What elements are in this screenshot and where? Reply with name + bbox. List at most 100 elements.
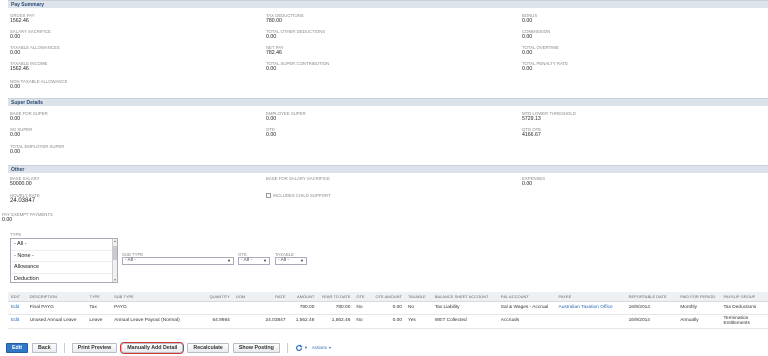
cell-reportable-date: 16/9/2014 xyxy=(625,314,678,329)
cell-description: Final PAYG xyxy=(26,301,87,315)
cell-ytd: 780.00 xyxy=(317,301,354,315)
recalculate-button[interactable]: Recalculate xyxy=(187,342,229,353)
pay-exempt-payments-value: 0.00 xyxy=(2,217,13,223)
qtd-ote-value: 4166.67 xyxy=(522,132,541,138)
scroll-down-icon[interactable]: ▼ xyxy=(113,278,117,282)
column-header[interactable]: OTE AMOUNT xyxy=(369,292,405,302)
cell-uom xyxy=(232,301,254,315)
total-super-contribution-field: TOTAL SUPER CONTRIBUTION 0.00 xyxy=(266,61,329,72)
column-header[interactable]: REPORTABLE DATE xyxy=(625,292,678,302)
column-header[interactable]: YEAR TO DATE xyxy=(317,292,354,302)
chevron-down-icon: ▼ xyxy=(328,346,332,350)
type-option[interactable]: - All - xyxy=(11,239,117,251)
payee-link[interactable]: Australian Taxation Office xyxy=(559,305,613,310)
column-header[interactable]: OTE xyxy=(353,292,370,302)
cell-sub-type: Annual Leave Payout (Normal) xyxy=(111,314,194,329)
column-header[interactable]: EDIT xyxy=(8,292,27,302)
show-posting-button[interactable]: Show Posting xyxy=(232,342,280,353)
cell-payee[interactable]: Australian Taxation Office xyxy=(555,301,626,315)
cell-taxable: No xyxy=(404,301,432,315)
gross-pay-field: GROSS PAY 1562.46 xyxy=(10,13,35,24)
total-overtime-field: TOTAL OVERTIME 0.00 xyxy=(522,45,559,56)
actions-menu[interactable]: Actions ▼ xyxy=(312,345,332,350)
qtd-ote-field: QTD OTE 4166.67 xyxy=(522,127,541,138)
edit-link-text[interactable]: Edit xyxy=(11,305,19,310)
column-header[interactable]: QUANTITY xyxy=(193,292,233,302)
sub-type-select[interactable]: - All - ▼ xyxy=(122,257,234,265)
column-header[interactable]: TAXABLE xyxy=(404,292,432,302)
super-details-header: Super Details xyxy=(8,98,768,106)
base-for-super-value: 0.00 xyxy=(10,116,21,122)
table-row: Edit Final PAYG Tax PAYG 780.00 780.00 N… xyxy=(8,301,768,315)
column-header[interactable]: DESCRIPTION xyxy=(26,292,87,302)
column-header[interactable]: AMOUNT xyxy=(288,292,318,302)
actions-label[interactable]: Actions xyxy=(312,345,327,350)
cell-type: Leave xyxy=(86,314,112,329)
back-button[interactable]: Back xyxy=(32,342,57,353)
cell-payslip-group: Tax Deductions xyxy=(720,301,768,315)
checkbox-box[interactable] xyxy=(266,193,271,198)
ote-select-value: - All - xyxy=(241,258,252,263)
column-header[interactable]: RATE xyxy=(253,292,289,302)
type-listbox-scrollbar[interactable]: ▲ ▼ xyxy=(112,239,117,282)
column-header[interactable]: PAID FOR PERIOD xyxy=(677,292,721,302)
total-super-contribution-value: 0.00 xyxy=(266,66,277,72)
edit-button[interactable]: Edit xyxy=(6,342,29,353)
type-option[interactable]: Deduction xyxy=(11,274,117,283)
cell-ote-amount: 0.00 xyxy=(369,301,405,315)
edit-link[interactable]: Edit xyxy=(8,314,27,329)
cell-payslip-group: Termination Entitlements xyxy=(720,314,768,329)
scroll-up-icon[interactable]: ▲ xyxy=(113,239,117,243)
total-penalty-rate-value: 0.00 xyxy=(522,66,533,72)
cell-ytd: 1,562.46 xyxy=(317,314,354,329)
net-pay-value: 782.46 xyxy=(266,50,282,56)
commission-field: COMMISSION 0.00 xyxy=(522,29,550,40)
refresh-menu-button[interactable]: ▼ xyxy=(295,344,308,352)
print-preview-button[interactable]: Print Preview xyxy=(71,342,118,353)
type-option[interactable]: - None - xyxy=(11,251,117,262)
column-header[interactable]: P&L ACCOUNT xyxy=(497,292,556,302)
scrollbar-thumb[interactable] xyxy=(113,246,117,260)
total-employer-super-field: TOTAL EMPLOYER SUPER 0.00 xyxy=(10,144,64,155)
chevron-down-icon: ▼ xyxy=(303,345,308,350)
column-header[interactable]: UOM xyxy=(232,292,254,302)
table-header-row: EDIT DESCRIPTION TYPE SUB TYPE QUANTITY … xyxy=(8,292,768,302)
ote-select[interactable]: - All - ▼ xyxy=(238,257,270,265)
column-header[interactable]: BALANCE SHEET ACCOUNT xyxy=(431,292,498,302)
taxable-allowances-value: 0.00 xyxy=(10,50,21,56)
column-header[interactable]: PAYSLIP GROUP xyxy=(720,292,768,302)
edit-link-text[interactable]: Edit xyxy=(11,318,19,323)
sub-type-select-value: - All - xyxy=(125,258,136,263)
sg-super-field: SG SUPER 0.00 xyxy=(10,127,32,138)
taxable-select[interactable]: - All - ▼ xyxy=(275,257,307,265)
cell-balance-sheet: Tax Liability xyxy=(431,301,498,315)
edit-link[interactable]: Edit xyxy=(8,301,27,315)
non-taxable-allowance-value: 0.00 xyxy=(10,84,21,90)
taxable-income-field: TAXABLE INCOME 1562.46 xyxy=(10,61,47,72)
column-header[interactable]: TYPE xyxy=(86,292,112,302)
base-salary-field: BASE SALARY 50000.00 xyxy=(10,176,40,187)
cell-paid-for-period: Monthly xyxy=(677,301,721,315)
cell-description: Unused Annual Leave xyxy=(26,314,87,329)
type-option[interactable]: Allowance xyxy=(11,262,117,274)
column-header[interactable]: PAYEE xyxy=(555,292,626,302)
hourly-rate-value: 24.03847 xyxy=(10,198,36,204)
cell-payee[interactable] xyxy=(555,314,626,329)
type-listbox[interactable]: - All - - None - Allowance Deduction ▲ ▼ xyxy=(10,238,118,283)
total-overtime-value: 0.00 xyxy=(522,50,533,56)
cell-amount: 780.00 xyxy=(288,301,318,315)
column-header[interactable]: SUB TYPE xyxy=(111,292,194,302)
total-penalty-rate-field: TOTAL PENALTY RATE 0.00 xyxy=(522,61,568,72)
manually-add-detail-button[interactable]: Manually Add Detail xyxy=(120,341,185,354)
mtd-lower-threshold-value: 5729.13 xyxy=(522,116,541,122)
sg-super-value: 0.00 xyxy=(10,132,21,138)
ote-field: OTE 0.00 xyxy=(266,127,276,138)
cell-taxable: Yes xyxy=(404,314,432,329)
pay-details-table: EDIT DESCRIPTION TYPE SUB TYPE QUANTITY … xyxy=(8,292,768,329)
bonus-field: BONUS 0.00 xyxy=(522,13,537,24)
cell-amount: 1,562.46 xyxy=(288,314,318,329)
includes-child-support-checkbox[interactable]: INCLUDES CHILD SUPPORT xyxy=(266,193,331,198)
cell-uom xyxy=(232,314,254,329)
taxable-allowances-field: TAXABLE ALLOWANCES 0.00 xyxy=(10,45,60,56)
table-row: Edit Unused Annual Leave Leave Annual Le… xyxy=(8,314,768,329)
